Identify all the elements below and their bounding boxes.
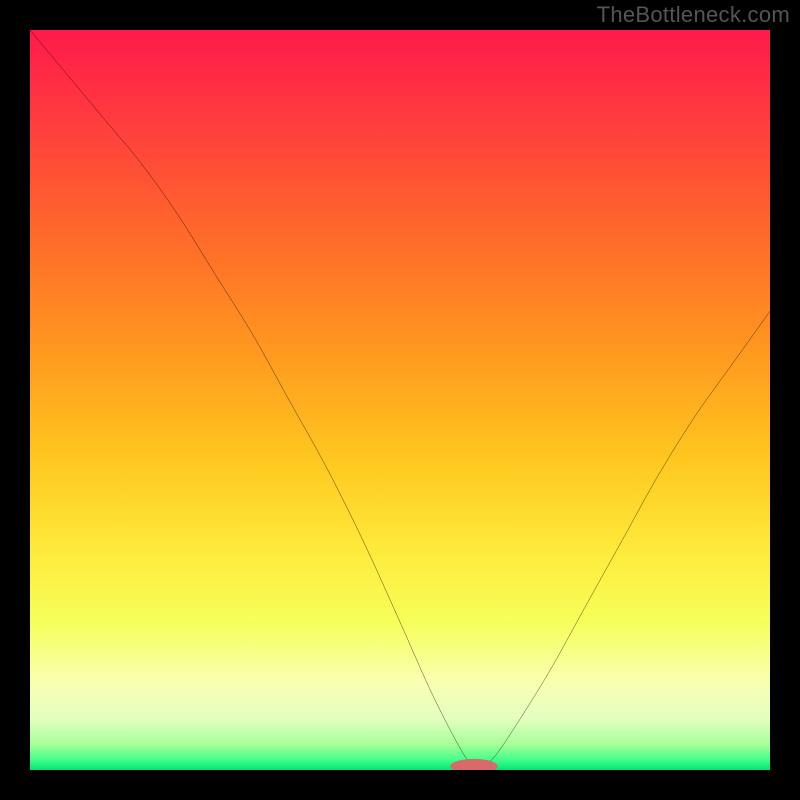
gradient-background [30, 30, 770, 770]
chart-frame: TheBottleneck.com [0, 0, 800, 800]
plot-area [30, 30, 770, 770]
watermark-text: TheBottleneck.com [597, 2, 790, 28]
plot-svg [30, 30, 770, 770]
